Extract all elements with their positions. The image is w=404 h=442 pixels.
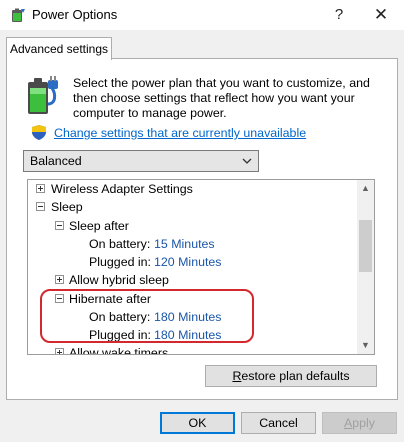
sleep-plugged-in-value[interactable]: 120 Minutes bbox=[154, 253, 222, 271]
hibernate-plugged-in-value[interactable]: 180 Minutes bbox=[154, 326, 222, 344]
window-title: Power Options bbox=[32, 7, 118, 22]
scroll-down-arrow[interactable]: ▼ bbox=[357, 337, 374, 354]
expand-icon[interactable] bbox=[55, 275, 64, 284]
vertical-scrollbar[interactable]: ▲ ▼ bbox=[357, 180, 374, 354]
apply-button[interactable]: Apply bbox=[322, 412, 397, 434]
cancel-button[interactable]: Cancel bbox=[241, 412, 316, 434]
uac-shield-icon bbox=[32, 125, 46, 140]
power-plan-dropdown[interactable]: Balanced bbox=[23, 150, 259, 172]
collapse-icon[interactable] bbox=[55, 221, 64, 230]
collapse-icon[interactable] bbox=[55, 294, 64, 303]
settings-tree[interactable]: Wireless Adapter Settings Sleep Sleep af… bbox=[27, 179, 375, 355]
power-options-icon bbox=[12, 8, 25, 22]
battery-plug-icon bbox=[28, 76, 58, 114]
close-button[interactable]: ✕ bbox=[366, 3, 396, 27]
expand-icon[interactable] bbox=[36, 184, 45, 193]
ok-button[interactable]: OK bbox=[160, 412, 235, 434]
tab-advanced-settings[interactable]: Advanced settings bbox=[6, 37, 112, 60]
power-plan-value: Balanced bbox=[30, 154, 82, 168]
change-settings-link[interactable]: Change settings that are currently unava… bbox=[54, 126, 306, 140]
collapse-icon[interactable] bbox=[36, 202, 45, 211]
plan-description: Select the power plan that you want to c… bbox=[73, 76, 370, 120]
help-button[interactable]: ? bbox=[324, 3, 354, 27]
restore-defaults-button[interactable]: Restore plan defaults bbox=[205, 365, 377, 387]
chevron-down-icon bbox=[242, 158, 252, 164]
title-bar: Power Options ? ✕ bbox=[0, 0, 404, 30]
expand-icon[interactable] bbox=[55, 348, 64, 354]
scroll-thumb[interactable] bbox=[359, 220, 372, 272]
sleep-on-battery-value[interactable]: 15 Minutes bbox=[154, 235, 215, 253]
scroll-up-arrow[interactable]: ▲ bbox=[357, 180, 374, 197]
power-options-window: Power Options ? ✕ Advanced settings Sele… bbox=[0, 0, 404, 442]
hibernate-on-battery-value[interactable]: 180 Minutes bbox=[154, 308, 222, 326]
